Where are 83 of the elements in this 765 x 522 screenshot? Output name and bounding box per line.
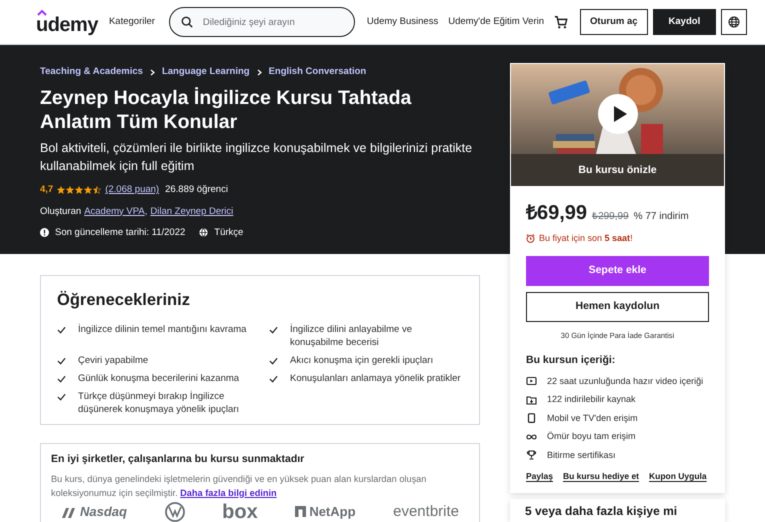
alert-icon [40, 228, 49, 238]
learn-more-link[interactable]: Daha fazla bilgi edinin [180, 488, 277, 498]
alarm-clock-icon [526, 234, 535, 244]
star-icon [93, 186, 102, 194]
login-button[interactable]: Oturum aç [580, 9, 648, 35]
chevron-icon [256, 68, 262, 76]
cart-icon [554, 15, 568, 29]
rating-value: 4,7 [40, 183, 54, 198]
search-field[interactable]: Dilediğiniz şeyi arayın [168, 7, 355, 37]
breadcrumb-link[interactable]: Teaching & Academics [40, 65, 143, 80]
discount-label: % 77 indirim [634, 210, 689, 224]
check-icon [269, 356, 278, 365]
course-subtitle: Bol aktiviteli, çözümleri ile birlikte ingilizce konuşabilmek ve bilgilerinizi pratikte kullanabilmek için full eğitim [40, 140, 474, 176]
star-icon [66, 186, 74, 194]
original-price: ₺299,99 [592, 210, 629, 224]
star-icon [75, 186, 84, 194]
include-item: 22 saat uzunluğunda hazır video içeriği [547, 374, 704, 388]
section-title: En iyi şirketler, çalışanlarına bu kursu sunmaktadır [51, 452, 306, 467]
trophy-icon [526, 450, 537, 460]
author-link[interactable]: Dilan Zeynep Derici [150, 204, 234, 219]
add-to-cart-button[interactable]: Sepete ekle [526, 256, 709, 286]
course-language: Türkçe [214, 226, 244, 240]
play-icon [612, 106, 626, 122]
logo[interactable]: udemy [36, 10, 98, 34]
phone-icon [526, 413, 537, 424]
action-link[interactable]: Paylaş [526, 470, 553, 483]
search-icon [180, 16, 193, 28]
categories-link[interactable]: Kategoriler [108, 14, 155, 30]
globe-icon [199, 228, 208, 238]
star-icon [84, 186, 92, 194]
learn-item: Günlük konuşma becerilerini kazanma [78, 372, 240, 385]
section-title: Öğrenecekleriniz [57, 290, 191, 311]
check-icon [57, 326, 66, 334]
square-icon [295, 506, 306, 517]
company-logo: NetApp [309, 504, 356, 520]
company-logo: Nasdaq [80, 504, 127, 520]
check-icon [269, 374, 278, 383]
company-logo: box [222, 502, 258, 520]
check-icon [57, 392, 66, 401]
includes-title: Bu kursun içeriği: [526, 352, 616, 368]
include-item: 122 indirilebilir kaynak [547, 393, 636, 406]
learn-item: Çeviri yapabilme [78, 354, 148, 367]
company-logo: eventbrite [393, 504, 459, 520]
circle-logo-icon [164, 502, 185, 522]
learn-item: İngilizce dilini anlayabilme ve konuşabilme becerisi [290, 322, 413, 349]
action-link[interactable]: Kupon Uygula [649, 470, 707, 483]
team-title: 5 veya daha fazla kişiye mi [525, 504, 678, 519]
folder-icon [526, 394, 537, 405]
last-updated: Son güncelleme tarihi: 11/2022 [55, 226, 186, 240]
students-count: 26.889 öğrenci [165, 183, 228, 198]
star-icon [57, 186, 66, 194]
companies-text: Bu kurs, dünya genelindeki işletmelerin güvendiği ve en yüksek puan alan kurslardan oluşan koleksiyonumuz için seçilmiştir. Daha fazla bilgi edinin [51, 472, 428, 500]
current-price: ₺69,99 [526, 201, 588, 226]
learn-item: İngilizce dilinin temel mantığını kavrama [78, 322, 246, 336]
include-item: Ömür boyu tam erişim [547, 430, 636, 443]
action-link[interactable]: Bu kursu hediye et [562, 470, 640, 483]
breadcrumb-link[interactable]: English Conversation [268, 65, 366, 80]
buy-now-button[interactable]: Hemen kaydolun [526, 292, 709, 322]
video-icon [526, 376, 537, 386]
learn-item: Konuşulanları anlamaya yönelik pratikler [290, 372, 461, 385]
check-icon [57, 374, 66, 383]
include-item: Mobil ve TV'den erişim [547, 412, 638, 425]
preview-caption: Bu kursu önizle [577, 163, 658, 178]
breadcrumb-link[interactable]: Language Learning [162, 65, 250, 80]
author-link[interactable]: Academy VPA, [84, 204, 148, 219]
timer-text: Bu fiyat için son 5 saat! [539, 232, 633, 245]
course-title: Zeynep Hocayla İngilizce Kursu Tahtada Anlatım Tüm Konular [40, 86, 412, 134]
language-button[interactable] [721, 9, 748, 35]
learn-item: Türkçe düşünmeyi bırakıp İngilizce düşünerek konuşmaya yönelik ipuçları [78, 390, 240, 416]
infinity-icon [526, 432, 537, 442]
include-item: Bitirme sertifikası [547, 448, 616, 462]
nav-link[interactable]: Udemy Business [366, 14, 438, 30]
hat-icon [37, 10, 47, 16]
nav-link[interactable]: Udemy'de Eğitim Verin [448, 14, 544, 30]
check-icon [269, 326, 278, 334]
created-by-label: Oluşturan [40, 204, 82, 218]
learn-item: Akıcı konuşma için gerekli ipuçları [290, 354, 434, 367]
signup-button[interactable]: Kaydol [652, 9, 716, 35]
chevron-icon [150, 68, 155, 76]
ratings-link[interactable]: (2.068 puan) [105, 183, 160, 198]
globe-icon [728, 16, 740, 28]
bars-icon [61, 506, 77, 518]
check-icon [57, 356, 66, 365]
